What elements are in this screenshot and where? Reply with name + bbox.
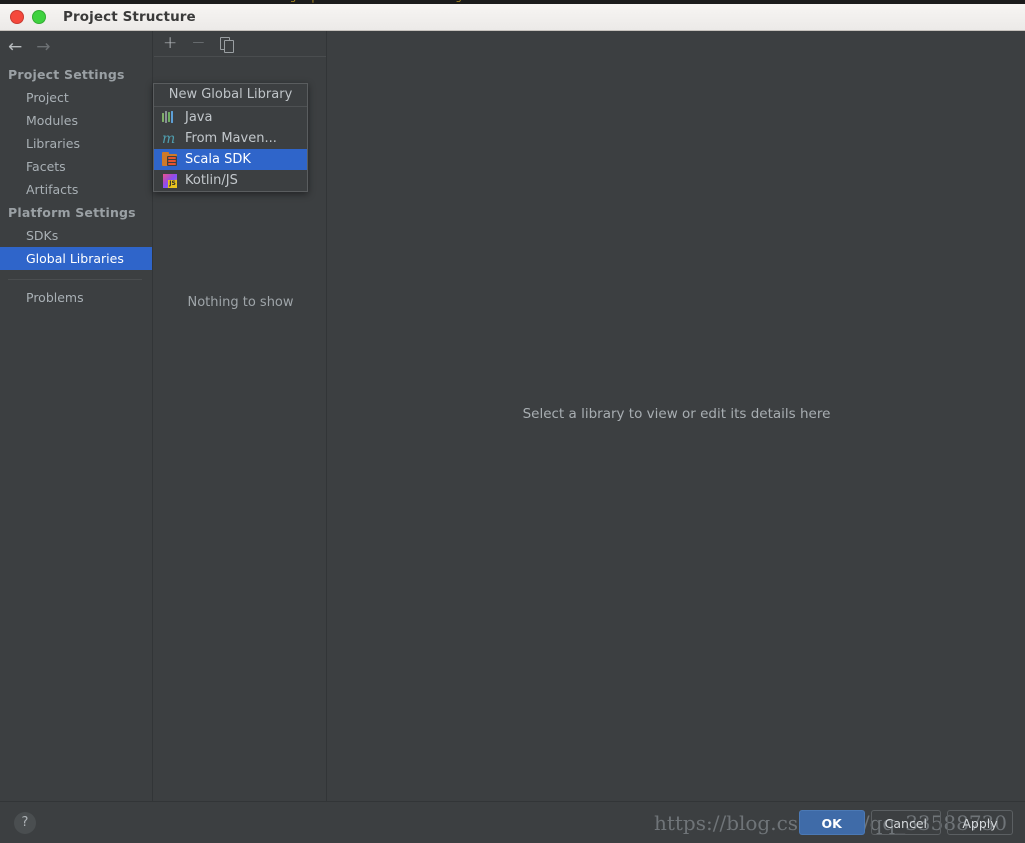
sidebar-item-sdks[interactable]: SDKs (0, 224, 152, 247)
remove-library-icon[interactable]: − (191, 35, 205, 52)
sidebar-group-platform-settings: Platform Settings (8, 205, 136, 220)
sidebar-item-artifacts[interactable]: Artifacts (0, 178, 152, 201)
dialog-body: ← → Project Settings Project Modules Lib… (0, 31, 1025, 801)
menu-item-java[interactable]: Java (154, 107, 307, 128)
new-global-library-menu-title: New Global Library (154, 84, 307, 107)
sidebar-item-modules[interactable]: Modules (0, 109, 152, 132)
sidebar-item-global-libraries[interactable]: Global Libraries (0, 247, 152, 270)
sidebar-divider (8, 279, 142, 280)
forward-arrow-icon[interactable]: → (36, 38, 50, 56)
copy-library-icon[interactable] (219, 36, 234, 53)
libraries-toolbar: + − (154, 31, 326, 57)
ok-button[interactable]: OK (798, 810, 865, 835)
kotlin-js-icon: JS (162, 173, 178, 189)
menu-item-scala-sdk-label: Scala SDK (185, 152, 251, 167)
window-title: Project Structure (63, 9, 196, 25)
sidebar-item-problems[interactable]: Problems (0, 286, 152, 309)
sidebar-item-project[interactable]: Project (0, 86, 152, 109)
sidebar-item-facets[interactable]: Facets (0, 155, 152, 178)
menu-item-kotlin-js[interactable]: JS Kotlin/JS (154, 170, 307, 191)
help-button[interactable]: ? (14, 812, 36, 834)
maven-icon: m (162, 130, 176, 147)
dialog-button-group: OK Cancel Apply (798, 810, 1013, 835)
sidebar-navigation: ← → (0, 31, 152, 63)
apply-button[interactable]: Apply (947, 810, 1013, 835)
dialog-bottom-bar: ? https://blog.csdn.net/qq_33588730 OK C… (0, 801, 1025, 842)
java-icon (162, 110, 178, 126)
back-arrow-icon[interactable]: ← (8, 38, 22, 56)
details-placeholder-text: Select a library to view or edit its det… (522, 406, 831, 422)
libraries-empty-text: Nothing to show (187, 295, 294, 310)
close-window-button[interactable] (10, 10, 24, 24)
menu-item-java-label: Java (185, 110, 213, 125)
menu-item-scala-sdk[interactable]: Scala SDK (154, 149, 307, 170)
library-details-pane: Select a library to view or edit its det… (328, 31, 1025, 801)
menu-item-kotlin-js-label: Kotlin/JS (185, 173, 238, 188)
maximize-window-button[interactable] (32, 10, 46, 24)
window-title-bar: Project Structure (0, 4, 1025, 31)
cancel-button[interactable]: Cancel (870, 810, 941, 835)
sidebar-group-project-settings: Project Settings (8, 67, 125, 82)
settings-sidebar: ← → Project Settings Project Modules Lib… (0, 31, 153, 801)
add-library-icon[interactable]: + (163, 35, 177, 52)
menu-item-from-maven-label: From Maven... (185, 131, 277, 146)
menu-item-from-maven[interactable]: m From Maven... (154, 128, 307, 149)
new-global-library-menu: New Global Library Java m From Maven... (153, 83, 308, 192)
scala-sdk-icon (162, 151, 178, 168)
sidebar-item-libraries[interactable]: Libraries (0, 132, 152, 155)
